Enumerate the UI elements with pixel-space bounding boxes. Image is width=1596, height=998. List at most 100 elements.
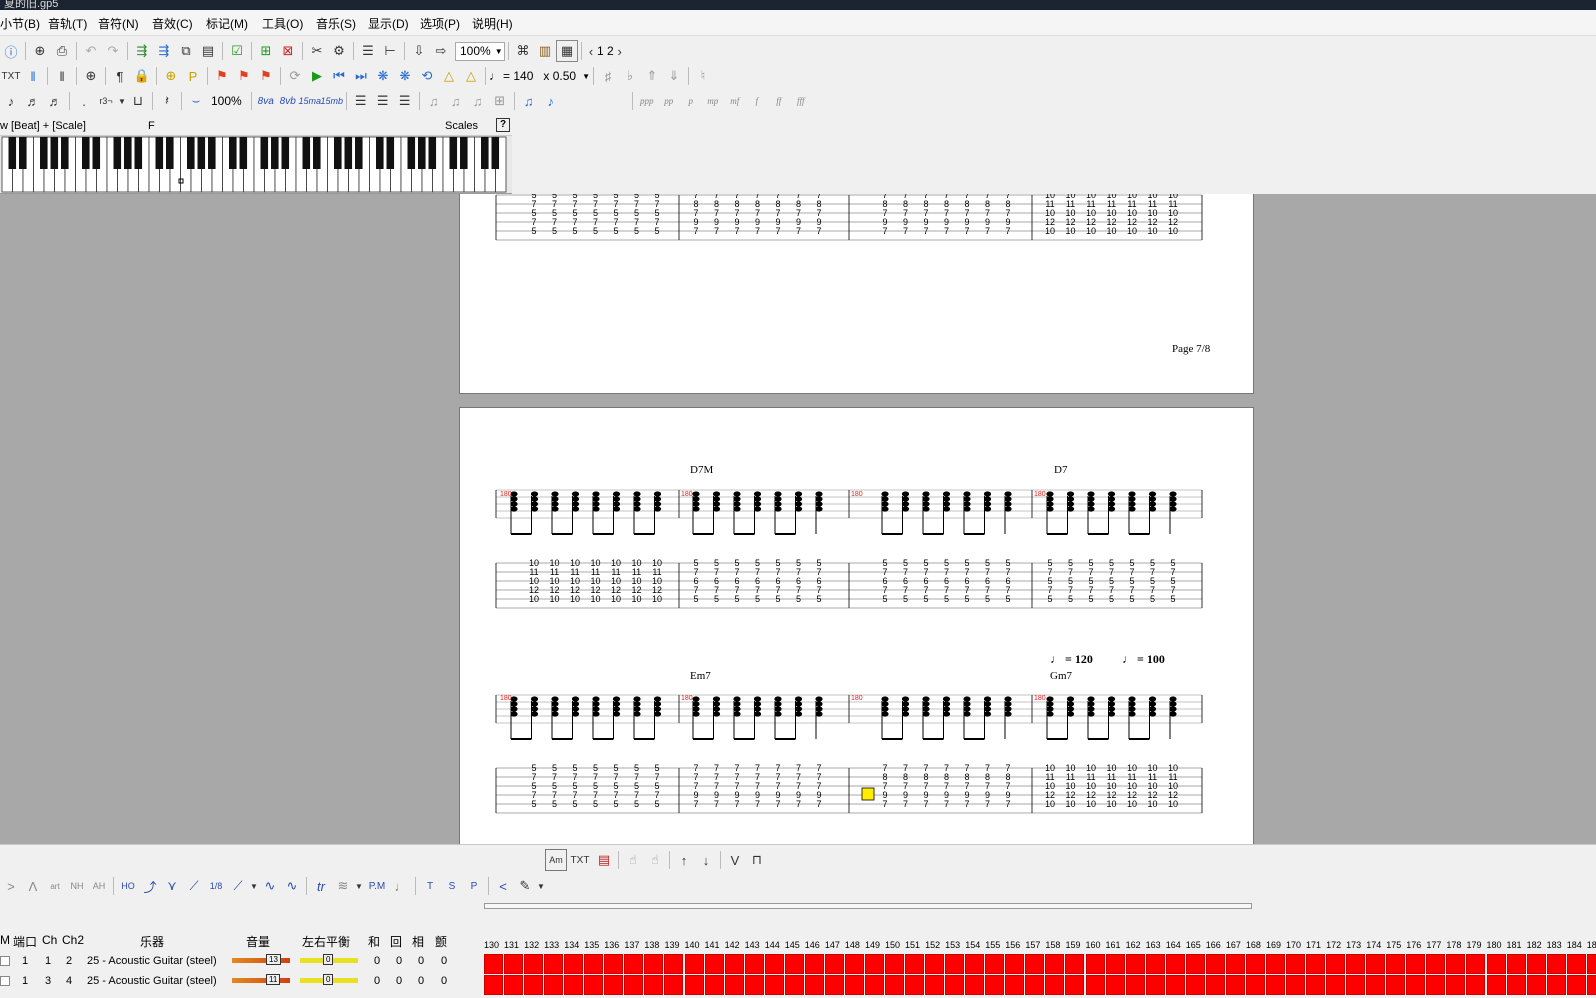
measure-number[interactable]: 138 <box>644 940 659 950</box>
tab-number[interactable]: 7 <box>714 799 719 809</box>
tab-number[interactable]: 7 <box>796 226 801 236</box>
note-head[interactable] <box>592 696 600 702</box>
note-head[interactable] <box>1169 696 1177 702</box>
tab-number[interactable]: 5 <box>1088 594 1093 604</box>
page-nav[interactable]: 1 2 <box>597 44 614 58</box>
note-head[interactable] <box>1107 491 1116 497</box>
octave-up-icon[interactable]: ⇑ <box>641 65 663 87</box>
page8-staff[interactable]: 180 180 180 1801011101210101110121010111012… <box>460 408 1255 844</box>
measure-cell[interactable] <box>1466 975 1486 995</box>
hand-icon[interactable]: ☝ <box>622 849 644 871</box>
tab-number[interactable]: 7 <box>796 799 801 809</box>
note-head[interactable] <box>1066 491 1075 497</box>
note-head[interactable] <box>1004 696 1012 702</box>
measure-cell[interactable] <box>844 975 864 995</box>
measure-cell[interactable] <box>1306 975 1326 995</box>
track-ch2[interactable]: 2 <box>66 955 72 967</box>
insert-track-icon[interactable]: ⇶ <box>131 40 153 62</box>
measure-cell[interactable] <box>1546 975 1566 995</box>
page-layout-icon[interactable]: ☰ <box>357 40 379 62</box>
32nd-note-icon[interactable]: ♬ <box>44 90 66 112</box>
eighth-note-icon[interactable]: ♪ <box>0 90 22 112</box>
measure-cell[interactable] <box>564 975 584 995</box>
tab-number[interactable]: 7 <box>985 799 990 809</box>
measure-number[interactable]: 175 <box>1386 940 1401 950</box>
tab-number[interactable]: 5 <box>985 594 990 604</box>
import-icon[interactable]: ⇩ <box>408 40 430 62</box>
measure-cell[interactable] <box>1366 975 1386 995</box>
note-head[interactable] <box>1066 696 1075 702</box>
tab-number[interactable]: 5 <box>944 594 949 604</box>
piano-black-key[interactable] <box>407 137 416 169</box>
piano-black-key[interactable] <box>428 137 437 169</box>
tab-number[interactable]: 7 <box>693 799 698 809</box>
tab-number[interactable]: 10 <box>529 594 539 604</box>
menu-help[interactable]: 说明(H) <box>472 15 513 32</box>
note-head[interactable] <box>901 696 910 702</box>
tab-number[interactable]: 10 <box>590 594 600 604</box>
measure-cell[interactable] <box>1045 954 1065 974</box>
measure-number[interactable]: 149 <box>865 940 880 950</box>
tab-number[interactable]: 10 <box>570 594 580 604</box>
hand2-icon[interactable]: ☝ <box>644 849 666 871</box>
marker-add-icon[interactable]: ⊕ <box>160 65 182 87</box>
track-phaser[interactable]: 0 <box>418 975 424 987</box>
measure-cell[interactable] <box>1506 954 1526 974</box>
piano-black-key[interactable] <box>40 137 48 169</box>
piano-black-key[interactable] <box>166 137 174 169</box>
piano-black-key[interactable] <box>491 137 500 169</box>
stroke-icon[interactable]: ✎ <box>514 875 536 897</box>
measure-cell[interactable] <box>1145 954 1165 974</box>
piano-black-key[interactable] <box>355 137 363 169</box>
measure-cell[interactable] <box>524 954 544 974</box>
note-head[interactable] <box>815 491 823 497</box>
whammy-icon[interactable]: ⋎ <box>161 875 183 897</box>
menu-options[interactable]: 选项(P) <box>420 15 460 32</box>
ottava-15mb[interactable]: 15mb <box>320 90 343 112</box>
measure-number[interactable]: 133 <box>544 940 559 950</box>
tab-number[interactable]: 7 <box>734 799 739 809</box>
measure-number[interactable]: 148 <box>845 940 860 950</box>
measure-cell[interactable] <box>985 954 1005 974</box>
measure-number[interactable]: 181 <box>1507 940 1522 950</box>
measure-cell[interactable] <box>1205 975 1225 995</box>
track-row[interactable]: 1 3 4 25 - Acoustic Guitar (steel) 0 0 0 0 11 0 <box>0 972 480 992</box>
beam-break-icon[interactable]: ♫ <box>467 90 489 112</box>
cut-icon[interactable]: ✂ <box>306 40 328 62</box>
measure-cell[interactable] <box>905 975 925 995</box>
measure-number[interactable]: 174 <box>1366 940 1381 950</box>
tab-number[interactable]: 10 <box>1086 799 1096 809</box>
measure-number[interactable]: 146 <box>805 940 820 950</box>
measure-cell[interactable] <box>1426 954 1446 974</box>
measure-cell[interactable] <box>945 975 965 995</box>
measure-number[interactable]: 152 <box>925 940 940 950</box>
tab-number[interactable]: 7 <box>755 799 760 809</box>
piano-black-key[interactable] <box>386 137 395 169</box>
piano-black-key[interactable] <box>8 137 17 169</box>
tab-number[interactable]: 5 <box>1068 594 1073 604</box>
menu-music[interactable]: 音乐(S) <box>316 15 356 32</box>
copy-icon[interactable]: ⧉ <box>175 40 197 62</box>
measure-cell[interactable] <box>1045 975 1065 995</box>
measure-cell[interactable] <box>1326 975 1346 995</box>
piano-black-key[interactable] <box>449 137 458 169</box>
measure-cell[interactable] <box>664 975 684 995</box>
piano-black-key[interactable] <box>229 137 237 169</box>
add-measure-icon[interactable]: ⊞ <box>255 40 277 62</box>
page-next-icon[interactable]: › <box>614 40 626 62</box>
measure-cell[interactable] <box>1205 954 1225 974</box>
measure-number[interactable]: 185 <box>1587 940 1596 950</box>
menu-tools[interactable]: 工具(O) <box>262 15 303 32</box>
tab-number[interactable]: 5 <box>572 226 577 236</box>
mute-checkbox[interactable] <box>0 976 10 986</box>
piano-black-key[interactable] <box>19 137 27 169</box>
fretboard-icon[interactable]: ⌘ <box>512 40 534 62</box>
countdown-icon[interactable]: △ <box>460 65 482 87</box>
measure-number[interactable]: 156 <box>1005 940 1020 950</box>
bend-icon[interactable]: ⤴ <box>139 875 161 897</box>
measure-cell[interactable] <box>784 954 804 974</box>
measure-cell[interactable] <box>1225 954 1245 974</box>
menu-track[interactable]: 音轨(T) <box>48 15 87 32</box>
piano-black-key[interactable] <box>481 137 489 169</box>
slur-icon[interactable]: ⌣ <box>185 90 207 112</box>
